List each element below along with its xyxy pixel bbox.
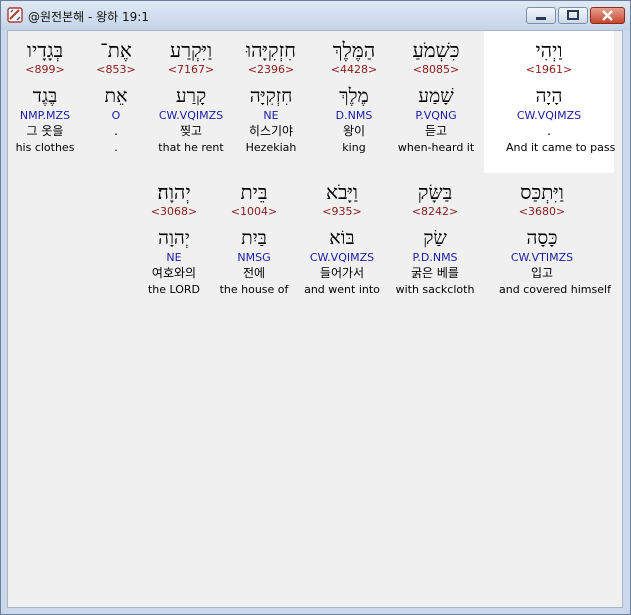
hebrew-word: יְהוָה׃ [157, 180, 191, 204]
korean-gloss: 입고 [530, 266, 554, 280]
close-button[interactable] [590, 7, 625, 24]
korean-gloss: 굵은 베를 [411, 266, 459, 280]
app-icon [7, 7, 23, 23]
korean-gloss: 여호와의 [151, 266, 197, 280]
maximize-button[interactable] [558, 7, 588, 24]
word-1-5[interactable]: וַיִּקְרַע <7167> קָרַע CW.VQIMZS 찢고 tha… [148, 37, 234, 155]
english-gloss: with sackcloth [395, 283, 475, 296]
word-2-5[interactable]: יְהוָה׃ <3068> יְהוָה NE 여호와의 the LORD [131, 179, 217, 297]
lemma: שָׁמַע [418, 85, 454, 107]
word-1-7[interactable]: בְּגָדָיו <899> בֶּגֶד NMP.MZS 그 옷을 his … [8, 37, 88, 155]
strong-number[interactable]: <4428> [311, 63, 397, 77]
hebrew-word: בְּגָדָיו [26, 38, 64, 62]
morphology-code: NE [263, 109, 279, 122]
word-1-2[interactable]: כִּשְׁמֹעַ <8085> שָׁמַע P.VQNG 듣고 when-… [393, 37, 479, 155]
strong-number[interactable]: <1004> [211, 205, 297, 219]
morphology-code: CW.VQIMZS [516, 109, 582, 122]
interlinear-panel: וַיְהִי <1961> הָיָה CW.VQIMZS . And it … [7, 30, 623, 608]
hebrew-word: בַּשָּׂק [417, 180, 453, 204]
morphology-code: NMP.MZS [19, 109, 71, 122]
hebrew-word: בֵּית [240, 180, 268, 204]
word-2-1[interactable]: וַיִּתְכַּס <3680> כָּסָה CW.VTIMZS 입고 a… [499, 179, 611, 297]
morphology-code: CW.VQIMZS [158, 109, 224, 122]
korean-gloss: . [547, 124, 551, 138]
strong-number[interactable]: <8242> [392, 205, 478, 219]
morphology-code: P.VQNG [415, 109, 457, 122]
hebrew-word: חִזְקִיָּהוּ [246, 38, 296, 62]
lemma: הָיָה [535, 85, 563, 107]
korean-gloss: 듣고 [424, 124, 448, 138]
morphology-code: P.D.NMS [412, 251, 458, 264]
morphology-code: D.NMS [335, 109, 373, 122]
english-gloss: that he rent [158, 141, 224, 154]
lemma: כָּסָה [526, 227, 558, 249]
word-2-4[interactable]: בֵּית <1004> בַּיִת NMSG 전에 the house of [211, 179, 297, 297]
hebrew-word: הַמֶּלֶךְ [332, 38, 376, 62]
strong-number[interactable]: <2396> [228, 63, 314, 77]
strong-number[interactable]: <899> [8, 63, 88, 77]
lemma: בֶּגֶד [32, 85, 58, 107]
english-gloss: the LORD [147, 283, 201, 296]
word-2-2[interactable]: בַּשָּׂק <8242> שַׂק P.D.NMS 굵은 베를 with … [392, 179, 478, 297]
strong-number[interactable]: <3680> [499, 205, 585, 219]
english-gloss: and went into [304, 283, 380, 296]
lemma: שַׂק [423, 227, 447, 249]
lemma: קָרַע [175, 85, 207, 107]
korean-gloss: 전에 [242, 266, 266, 280]
strong-number[interactable]: <935> [299, 205, 385, 219]
korean-gloss: 그 옷을 [26, 124, 64, 138]
english-gloss: his clothes [15, 141, 75, 154]
hebrew-word: וַיִּתְכַּס [520, 180, 564, 204]
window-title: @원전본해 - 왕하 19:1 [28, 10, 149, 24]
morphology-code: NE [166, 251, 182, 264]
lemma: בּוֹא [329, 227, 355, 249]
word-2-3[interactable]: וַיָּבֹא <935> בּוֹא CW.VQIMZS 들어가서 and … [299, 179, 385, 297]
word-1-1[interactable]: וַיְהִי <1961> הָיָה CW.VQIMZS . And it … [506, 37, 616, 155]
korean-gloss: 찢고 [179, 124, 203, 138]
english-gloss: Hezekiah [245, 141, 297, 154]
lemma: יְהוָה [158, 227, 190, 249]
app-window: @원전본해 - 왕하 19:1 וַיְהִי <1961> הָיָה CW.… [0, 0, 631, 615]
lemma: בַּיִת [241, 227, 267, 249]
korean-gloss: 들어가서 [319, 266, 365, 280]
korean-gloss: 히스기야 [248, 124, 294, 138]
lemma: חִזְקִיָּה [249, 85, 293, 107]
english-gloss: and covered himself [499, 283, 611, 296]
minimize-button[interactable] [526, 7, 556, 24]
hebrew-word: וַיִּקְרַע [169, 38, 213, 62]
title-bar[interactable]: @원전본해 - 왕하 19:1 [1, 1, 630, 30]
lemma: מֶלֶךְ [339, 85, 369, 107]
morphology-code: CW.VTIMZS [510, 251, 574, 264]
korean-gloss: 왕이 [342, 124, 366, 138]
strong-number[interactable]: <3068> [131, 205, 217, 219]
strong-number[interactable]: <8085> [393, 63, 479, 77]
english-gloss: And it came to pass [506, 141, 616, 154]
hebrew-word: כִּשְׁמֹעַ [412, 38, 460, 62]
word-1-4[interactable]: חִזְקִיָּהוּ <2396> חִזְקִיָּה NE 히스기야 H… [228, 37, 314, 155]
english-gloss: king [342, 141, 366, 154]
strong-number[interactable]: <1961> [506, 63, 592, 77]
hebrew-word: וַיָּבֹא [325, 180, 358, 204]
strong-number[interactable]: <7167> [148, 63, 234, 77]
english-gloss: when-heard it [397, 141, 475, 154]
word-1-3[interactable]: הַמֶּלֶךְ <4428> מֶלֶךְ D.NMS 왕이 king [311, 37, 397, 155]
english-gloss: the house of [219, 283, 289, 296]
morphology-code: NMSG [237, 251, 271, 264]
hebrew-word: וַיְהִי [535, 38, 563, 62]
morphology-code: CW.VQIMZS [309, 251, 375, 264]
